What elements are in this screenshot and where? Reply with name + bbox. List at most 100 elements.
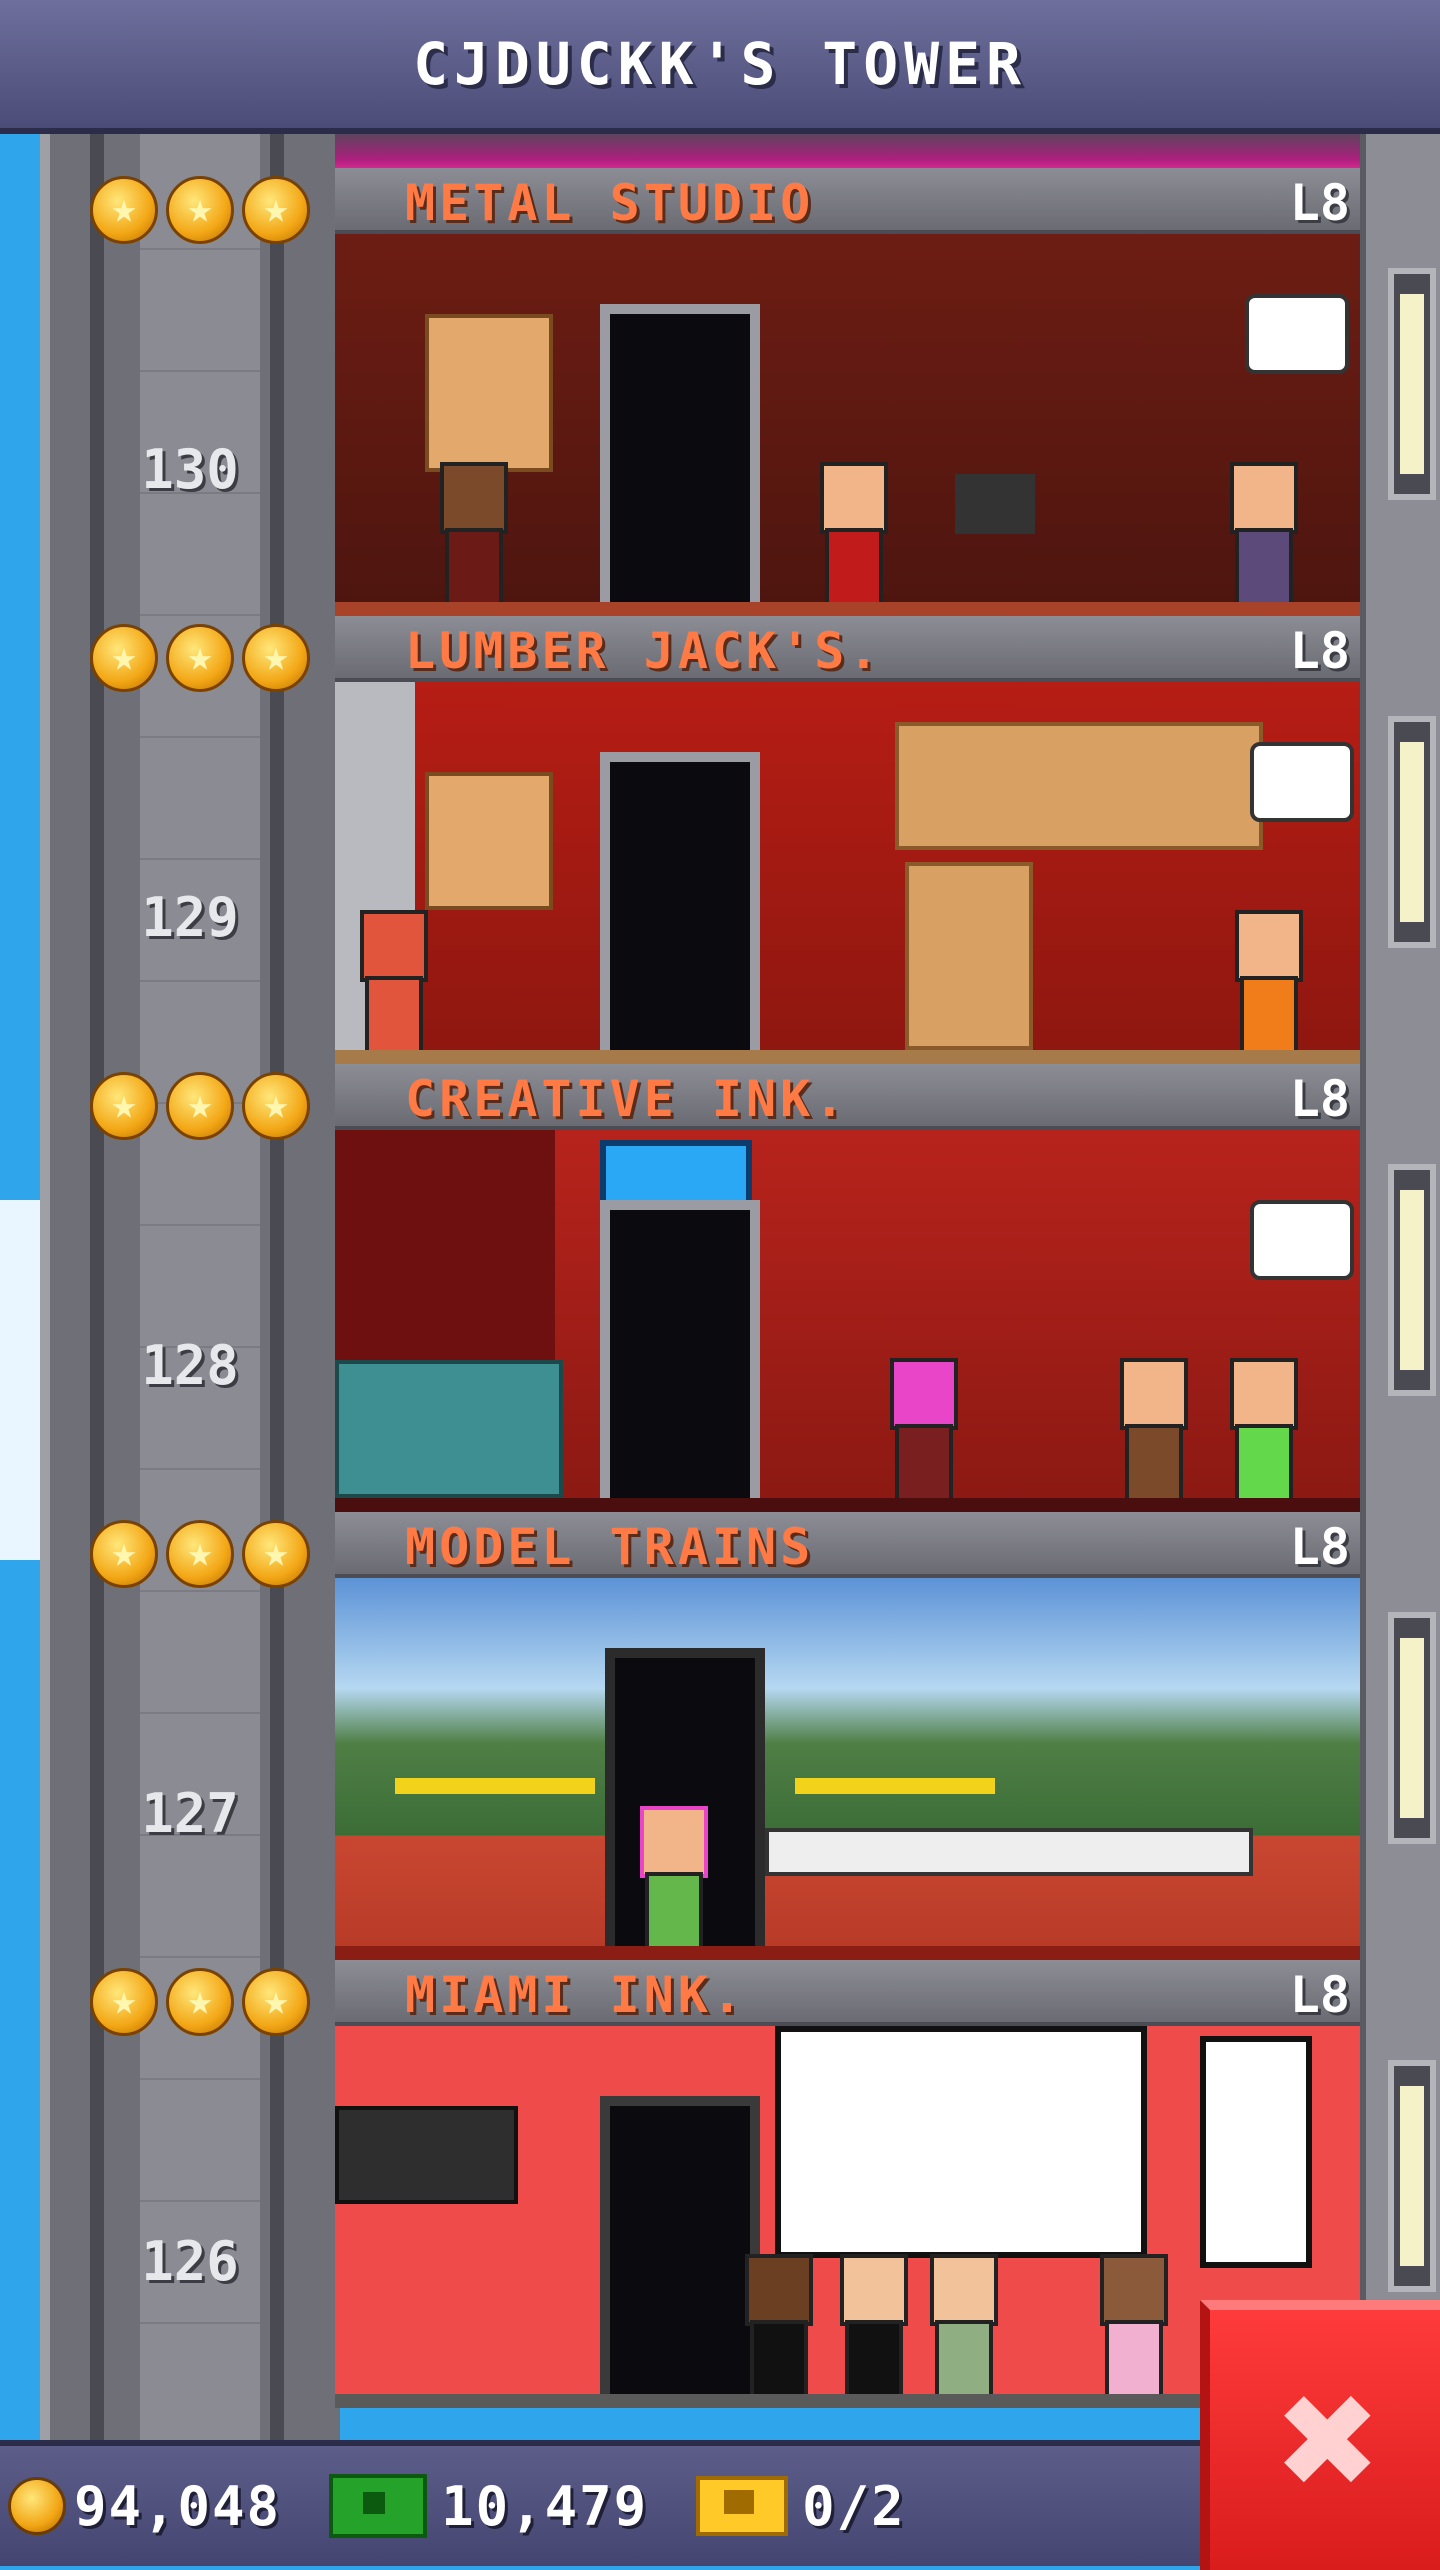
elevator-door bbox=[600, 1200, 760, 1498]
room-name: METAL STUDIO bbox=[405, 174, 815, 232]
star-icon: ★ bbox=[166, 1968, 234, 2036]
customer[interactable] bbox=[1095, 2254, 1168, 2394]
worker[interactable] bbox=[1225, 1358, 1298, 1498]
tower-outer-wall bbox=[1360, 128, 1440, 2440]
display-counter bbox=[335, 1360, 563, 1498]
elevator-door bbox=[600, 2096, 760, 2394]
window bbox=[1388, 716, 1436, 948]
star-icon: ★ bbox=[242, 1072, 310, 1140]
star-icon: ★ bbox=[90, 1520, 158, 1588]
tickets-value: 0/2 bbox=[802, 2474, 906, 2538]
model-train bbox=[395, 1778, 595, 1794]
star-icon: ★ bbox=[166, 624, 234, 692]
star-icon: ★ bbox=[90, 1968, 158, 2036]
room-floor bbox=[335, 602, 1360, 616]
elevator-door bbox=[600, 752, 760, 1050]
room-creative-ink[interactable]: CREATIVE INK. L8 bbox=[335, 1064, 1360, 1512]
coin-icon bbox=[8, 2477, 66, 2535]
bux-value: 10,479 bbox=[441, 2474, 649, 2538]
room-name: MODEL TRAINS bbox=[405, 1518, 815, 1576]
robot[interactable] bbox=[355, 910, 428, 1050]
tower-title: CJDUCKK'S TOWER bbox=[413, 30, 1027, 98]
room-floor bbox=[335, 1050, 1360, 1064]
window bbox=[1388, 1612, 1436, 1844]
floor-128[interactable]: ★ ★ ★ 128 CREATIVE INK. L8 bbox=[40, 1064, 1360, 1512]
room-floor bbox=[335, 1498, 1360, 1512]
control-panel bbox=[765, 1828, 1253, 1876]
crate bbox=[905, 862, 1033, 1050]
speech-bubble[interactable] bbox=[1250, 742, 1354, 822]
floor-126[interactable]: ★ ★ ★ 126 MIAMI INK. L8 bbox=[40, 1960, 1360, 2408]
customer[interactable] bbox=[835, 2254, 908, 2394]
floor-127[interactable]: ★ ★ ★ 127 MODEL TRAINS L8 bbox=[40, 1512, 1360, 1960]
worker[interactable] bbox=[1230, 910, 1303, 1050]
coins-value: 94,048 bbox=[74, 2474, 282, 2538]
tickets-stat[interactable]: 0/2 bbox=[656, 2475, 906, 2538]
room-header: MODEL TRAINS L8 bbox=[335, 1512, 1360, 1578]
floor-number: 130 bbox=[141, 438, 239, 501]
worker[interactable] bbox=[635, 1806, 708, 1946]
room-name: LUMBER JACK'S. bbox=[405, 622, 883, 680]
tattoo-flash-board bbox=[1200, 2036, 1312, 2268]
star-icon: ★ bbox=[242, 1968, 310, 2036]
room-interior bbox=[335, 234, 1360, 602]
room-interior bbox=[335, 1578, 1360, 1946]
title-bar: CJDUCKK'S TOWER bbox=[0, 0, 1440, 134]
worker[interactable] bbox=[815, 462, 888, 602]
room-header: CREATIVE INK. L8 bbox=[335, 1064, 1360, 1130]
floor-number: 126 bbox=[141, 2230, 239, 2293]
star-icon: ★ bbox=[242, 176, 310, 244]
room-level: L8 bbox=[1289, 622, 1350, 680]
tower-bux-icon bbox=[329, 2474, 428, 2538]
floor-130[interactable]: ★ ★ ★ 130 METAL STUDIO L8 bbox=[40, 168, 1360, 616]
customer[interactable] bbox=[885, 1358, 958, 1498]
tattoo-flash-board bbox=[775, 2026, 1147, 2258]
room-level: L8 bbox=[1289, 1070, 1350, 1128]
floor-129[interactable]: ★ ★ ★ 129 LUMBER JACK'S. L8 bbox=[40, 616, 1360, 1064]
floor-above-partial bbox=[335, 128, 1360, 168]
room-model-trains[interactable]: MODEL TRAINS L8 bbox=[335, 1512, 1360, 1960]
room-name: MIAMI INK. bbox=[405, 1966, 747, 2024]
anvil bbox=[955, 474, 1035, 534]
star-rating: ★ ★ ★ bbox=[90, 1968, 310, 2036]
star-icon: ★ bbox=[242, 1520, 310, 1588]
star-rating: ★ ★ ★ bbox=[90, 1072, 310, 1140]
elevator-door bbox=[600, 304, 760, 602]
star-icon: ★ bbox=[166, 176, 234, 244]
floor-number: 127 bbox=[141, 1782, 239, 1845]
room-lumber-jacks[interactable]: LUMBER JACK'S. L8 bbox=[335, 616, 1360, 1064]
cloud bbox=[0, 1200, 40, 1560]
customer[interactable] bbox=[925, 2254, 998, 2394]
speech-bubble[interactable] bbox=[1245, 294, 1349, 374]
star-rating: ★ ★ ★ bbox=[90, 176, 310, 244]
window bbox=[1388, 268, 1436, 500]
coins-stat[interactable]: 94,048 bbox=[8, 2475, 281, 2538]
room-level: L8 bbox=[1289, 1518, 1350, 1576]
wall-cabinet bbox=[335, 2106, 518, 2204]
star-icon: ★ bbox=[166, 1072, 234, 1140]
room-header: MIAMI INK. L8 bbox=[335, 1960, 1360, 2026]
customer[interactable] bbox=[740, 2254, 813, 2394]
tool-pegboard bbox=[425, 772, 553, 910]
room-interior bbox=[335, 682, 1360, 1050]
room-header: LUMBER JACK'S. L8 bbox=[335, 616, 1360, 682]
lumber-stack bbox=[895, 722, 1263, 850]
room-interior bbox=[335, 1130, 1360, 1498]
speech-bubble[interactable] bbox=[1250, 1200, 1354, 1280]
customer[interactable] bbox=[1115, 1358, 1188, 1498]
room-level: L8 bbox=[1289, 174, 1350, 232]
worker[interactable] bbox=[1225, 462, 1298, 602]
close-button[interactable]: ✖ bbox=[1200, 2300, 1440, 2570]
worker[interactable] bbox=[435, 462, 508, 602]
vip-ticket-icon bbox=[696, 2476, 789, 2536]
star-icon: ★ bbox=[90, 624, 158, 692]
close-icon: ✖ bbox=[1278, 2341, 1382, 2539]
star-icon: ★ bbox=[166, 1520, 234, 1588]
bux-stat[interactable]: 10,479 bbox=[289, 2474, 648, 2538]
star-rating: ★ ★ ★ bbox=[90, 1520, 310, 1588]
floor-number: 129 bbox=[141, 886, 239, 949]
window bbox=[1388, 2060, 1436, 2292]
star-rating: ★ ★ ★ bbox=[90, 624, 310, 692]
room-metal-studio[interactable]: METAL STUDIO L8 bbox=[335, 168, 1360, 616]
model-train bbox=[795, 1778, 995, 1794]
